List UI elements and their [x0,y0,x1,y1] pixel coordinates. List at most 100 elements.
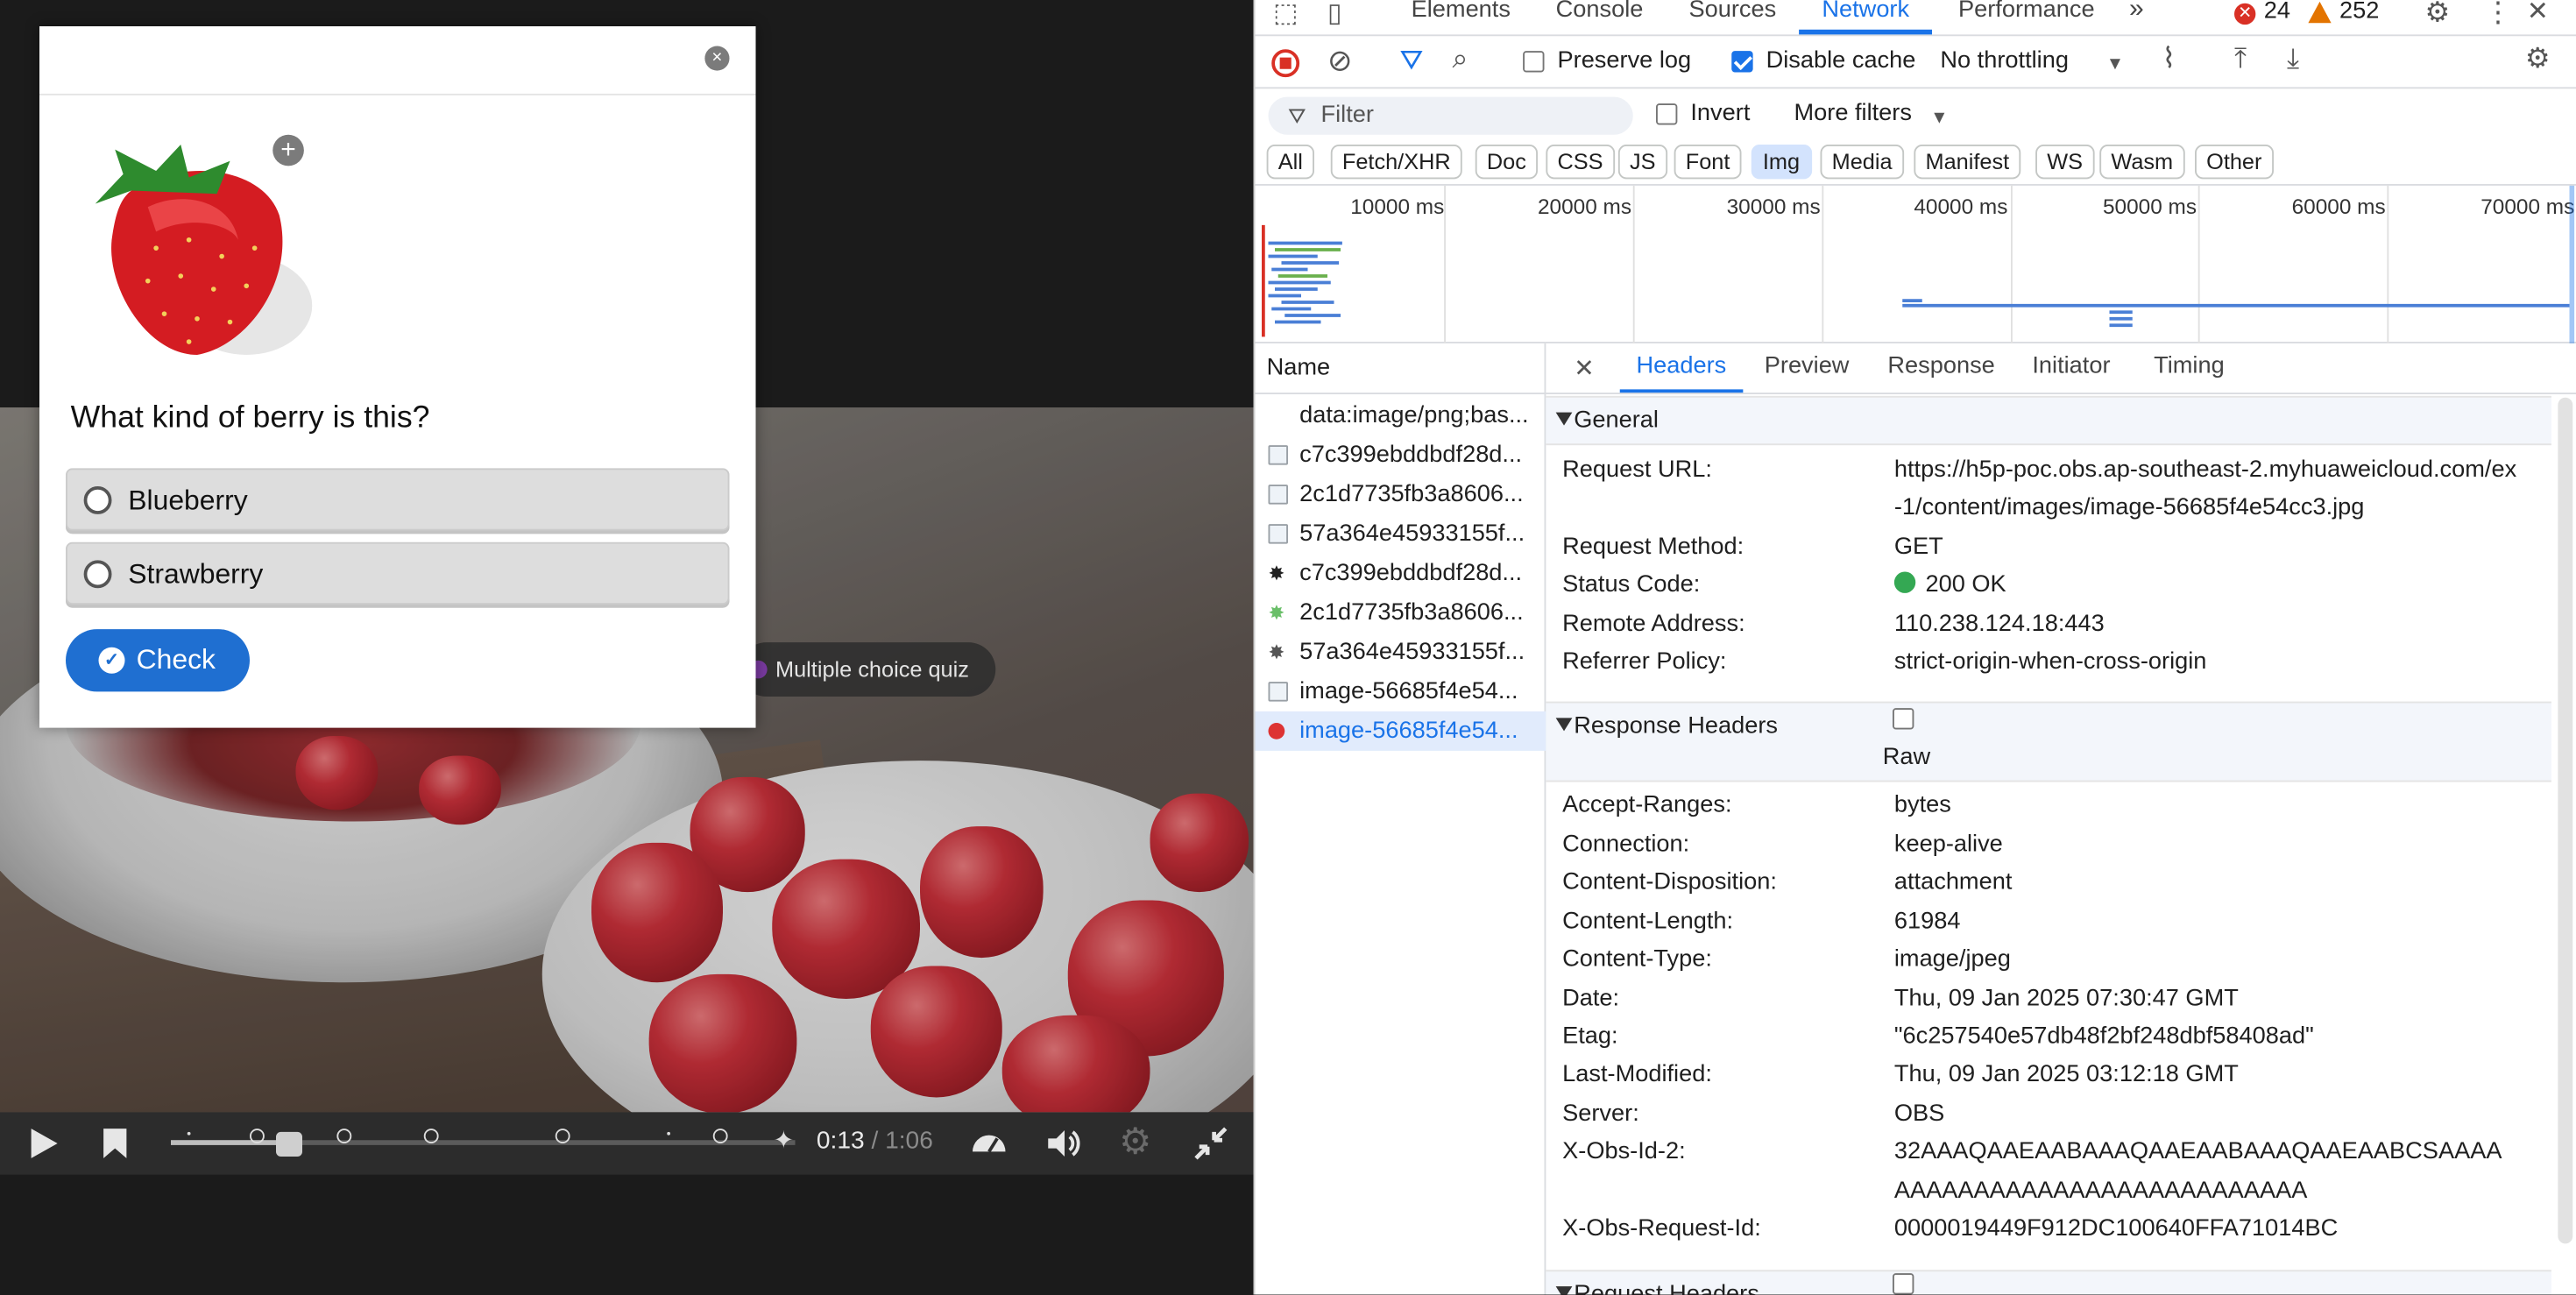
request-row[interactable]: ✸ 57a364e45933155f... [1256,633,1546,672]
tab-console[interactable]: Console [1556,0,1644,23]
chip-font[interactable]: Font [1674,145,1742,180]
more-filters-dropdown[interactable]: More filters [1794,100,1912,126]
close-icon[interactable]: × [704,46,730,71]
tab-preview[interactable]: Preview [1765,353,1850,379]
close-devtools-icon[interactable]: ✕ [2527,0,2549,26]
general-section-header[interactable]: General [1546,395,2551,446]
devtools-panel: ⬚ ▯ Elements Console Sources Network Per… [1253,0,2576,1295]
scrollbar[interactable] [2558,397,2573,1244]
minimize-icon[interactable] [1191,1124,1228,1160]
chip-img[interactable]: Img [1751,145,1812,180]
volume-icon[interactable] [1044,1124,1080,1160]
request-headers-section-header[interactable]: Request Headers [1546,1270,2551,1295]
throttling-select[interactable]: No throttling [1940,47,2069,74]
chevron-down-icon[interactable]: ▼ [2106,51,2124,77]
chip-manifest[interactable]: Manifest [1914,145,2021,180]
chip-wasm[interactable]: Wasm [2099,145,2185,180]
device-toolbar-icon[interactable]: ▯ [1327,1,1342,28]
chip-doc[interactable]: Doc [1475,145,1539,180]
check-button[interactable]: ✓ Check [66,629,250,692]
request-row[interactable]: data:image/png;bas... [1256,396,1546,435]
quiz-dialog: × + What kind of berry is this? Blueberr… [39,26,756,728]
network-toolbar: ⊘ ⛛ ⌕ Preserve log Disable cache No thro… [1255,36,2576,89]
image-file-icon [1268,445,1288,465]
settings-icon[interactable]: ⚙ [1117,1123,1153,1160]
import-har-icon[interactable]: ⤒ [2234,45,2247,73]
request-row[interactable]: image-56685f4e54... [1256,672,1546,711]
invert-checkbox[interactable] [1656,103,1678,125]
tab-headers[interactable]: Headers [1619,353,1743,393]
clear-icon[interactable]: ⊘ [1327,46,1352,76]
play-icon[interactable] [25,1125,60,1161]
star-marker-icon[interactable]: ✦ [766,1124,802,1160]
request-row[interactable]: 2c1d7735fb3a8606... [1256,475,1546,514]
request-row[interactable]: c7c399ebddbdf28d... [1256,435,1546,475]
raw-checkbox[interactable] [1893,1273,1914,1295]
tab-elements[interactable]: Elements [1412,0,1511,23]
star-icon: ✸ [1268,601,1285,625]
answer-option-blueberry[interactable]: Blueberry [66,468,730,531]
network-settings-icon[interactable]: ⚙ [2525,45,2551,73]
chip-js[interactable]: JS [1617,145,1667,180]
error-count[interactable]: 24 [2264,0,2290,25]
devtools-tab-bar: ⬚ ▯ Elements Console Sources Network Per… [1255,0,2576,37]
chip-css[interactable]: CSS [1546,145,1615,180]
interaction-marker[interactable] [712,1129,728,1143]
bookmark-icon[interactable] [97,1125,133,1161]
interaction-marker[interactable] [250,1129,265,1143]
filter-icon[interactable]: ⛛ [1400,46,1424,74]
funnel-icon: ⛛ [1288,103,1306,129]
chip-ws[interactable]: WS [2035,145,2095,180]
more-options-icon[interactable]: ⋮ [2484,0,2512,26]
record-stop-icon[interactable] [1271,49,1300,78]
chip-all[interactable]: All [1266,145,1315,180]
warning-count[interactable]: 252 [2339,0,2379,25]
tab-network[interactable]: Network [1799,0,1933,35]
chip-fetch-xhr[interactable]: Fetch/XHR [1330,145,1462,180]
request-row-selected[interactable]: image-56685f4e54... [1255,711,1546,751]
image-file-icon [1268,485,1288,505]
seek-progress [171,1140,290,1145]
player-controls: ✦ 0:13 / 1:06 ⚙ [0,1112,1254,1175]
expand-image-icon[interactable]: + [272,134,304,166]
interaction-marker[interactable] [555,1129,570,1143]
interaction-marker[interactable] [423,1129,439,1143]
tab-sources[interactable]: Sources [1689,0,1777,23]
chip-other[interactable]: Other [2195,145,2274,180]
export-har-icon[interactable]: ⤓ [2287,45,2299,73]
seek-handle[interactable] [276,1131,303,1157]
seek-bar[interactable]: ✦ [171,1127,796,1155]
close-detail-icon[interactable]: ✕ [1574,356,1595,383]
image-file-icon [1268,682,1288,702]
radio-icon[interactable] [83,486,112,514]
tab-timing[interactable]: Timing [2154,353,2225,379]
star-icon: ✸ [1268,562,1285,585]
search-icon[interactable]: ⌕ [1453,45,1468,73]
expand-triangle-icon [1555,1286,1573,1295]
chip-media[interactable]: Media [1820,145,1904,180]
interaction-marker[interactable] [336,1129,352,1143]
inspect-element-icon[interactable]: ⬚ [1273,1,1298,28]
tab-response[interactable]: Response [1887,353,1994,379]
answer-option-strawberry[interactable]: Strawberry [66,541,730,605]
preserve-log-checkbox[interactable] [1523,51,1545,73]
name-column-header[interactable]: Name [1255,343,1546,394]
chevron-down-icon[interactable]: ▼ [1930,105,1948,131]
request-row[interactable]: ✸ 2c1d7735fb3a8606... [1256,593,1546,633]
filter-input[interactable]: ⛛ Filter [1268,96,1633,135]
disable-cache-checkbox[interactable] [1731,51,1753,73]
network-timeline-overview[interactable]: 10000 ms 20000 ms 30000 ms 40000 ms 5000… [1255,185,2576,343]
settings-gear-icon[interactable]: ⚙ [2425,0,2451,26]
response-headers-section-header[interactable]: Response Headers Raw [1546,701,2551,782]
request-row[interactable]: 57a364e45933155f... [1256,514,1546,554]
request-list: Name data:image/png;bas... c7c399ebddbdf… [1255,343,1546,1295]
interaction-chip[interactable]: Multiple choice quiz [739,642,996,697]
network-conditions-icon[interactable]: ⌇ [2162,45,2176,73]
playback-speed-icon[interactable] [969,1124,1006,1160]
tab-performance[interactable]: Performance [1958,0,2095,23]
request-row[interactable]: ✸ c7c399ebddbdf28d... [1256,554,1546,593]
raw-checkbox[interactable] [1893,708,1914,730]
radio-icon[interactable] [83,560,112,589]
more-tabs-icon[interactable]: » [2129,0,2144,25]
tab-initiator[interactable]: Initiator [2032,353,2110,379]
